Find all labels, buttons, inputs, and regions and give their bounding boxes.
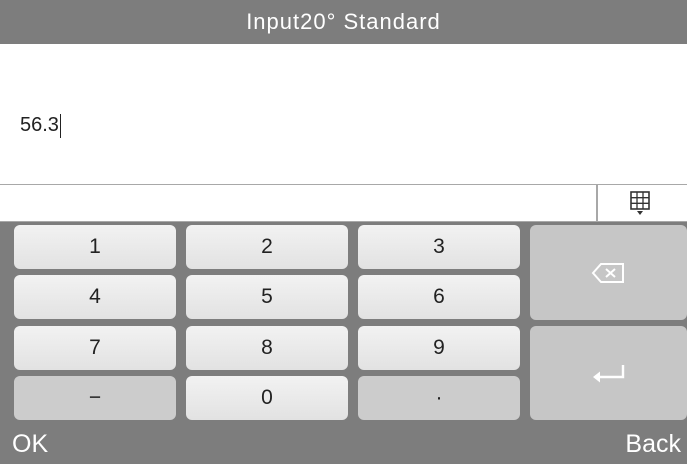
softkey-bar: OK Back [0, 424, 687, 464]
key-decimal-point[interactable]: · [358, 376, 520, 420]
candidate-bar [0, 184, 687, 222]
key-7[interactable]: 7 [14, 326, 176, 370]
ime-switch-button[interactable] [610, 186, 670, 220]
key-minus[interactable]: − [14, 376, 176, 420]
backspace-button[interactable] [530, 225, 687, 320]
enter-icon [592, 365, 624, 383]
input-area[interactable]: 56.3 [0, 44, 687, 184]
title-bar: Input20° Standard [0, 0, 687, 44]
ok-softkey[interactable]: OK [12, 424, 48, 464]
enter-button[interactable] [530, 326, 687, 420]
value-text: 56.3 [20, 114, 59, 136]
back-softkey[interactable]: Back [625, 424, 681, 464]
key-8[interactable]: 8 [186, 326, 348, 370]
key-6[interactable]: 6 [358, 275, 520, 319]
text-cursor [59, 113, 62, 138]
key-1[interactable]: 1 [14, 225, 176, 269]
key-5[interactable]: 5 [186, 275, 348, 319]
key-3[interactable]: 3 [358, 225, 520, 269]
candidate-divider [596, 185, 598, 221]
numeric-keypad: 1 2 3 4 5 6 7 8 9 − 0 · [0, 222, 687, 424]
value-field[interactable]: 56.3 [20, 112, 62, 138]
backspace-icon [591, 262, 624, 283]
screen-title: Input20° Standard [246, 9, 441, 34]
key-9[interactable]: 9 [358, 326, 520, 370]
key-4[interactable]: 4 [14, 275, 176, 319]
key-0[interactable]: 0 [186, 376, 348, 420]
keyboard-grid-icon [630, 191, 650, 215]
key-2[interactable]: 2 [186, 225, 348, 269]
